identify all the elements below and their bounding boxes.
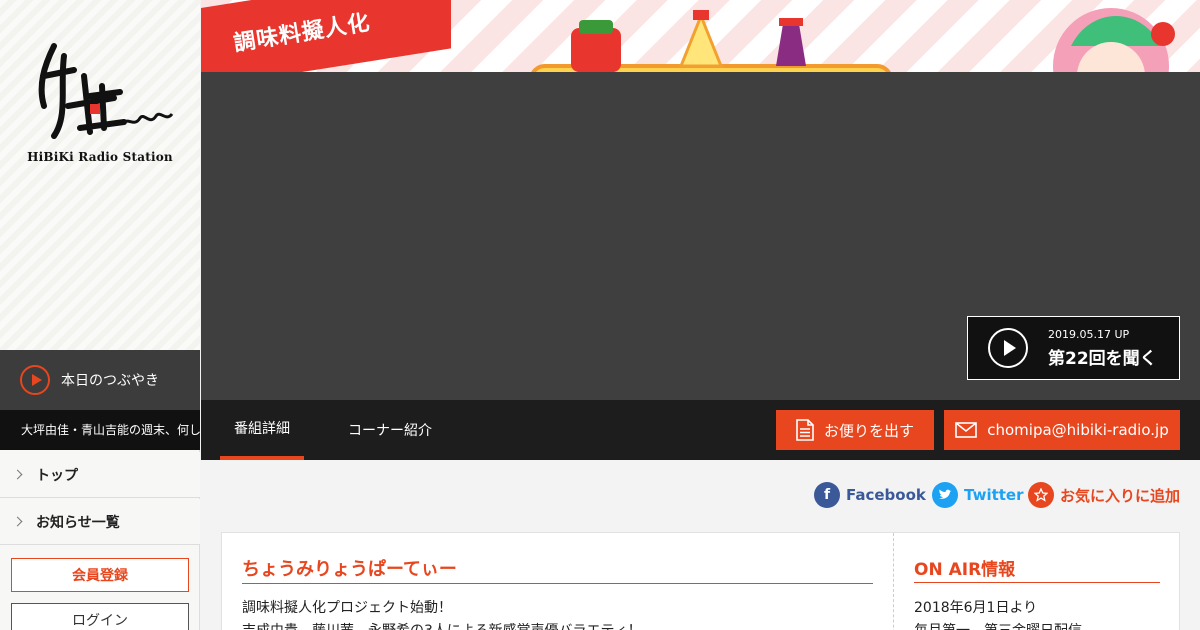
program-description-line: 吉成由貴、藤川茜、永野希の3人による新感覚声優バラエティ！ — [242, 620, 642, 630]
login-button[interactable]: ログイン — [11, 603, 189, 630]
send-letter-button[interactable]: お便りを出す — [776, 410, 934, 450]
chevron-right-icon — [12, 469, 23, 480]
sidebar: HiBiKi Radio Station 本日のつぶやき 大坪由佳・青山吉能の週… — [0, 0, 200, 630]
tab-corner-intro[interactable]: コーナー紹介 — [334, 400, 446, 460]
program-info-panel: ちょうみりょうぱーてぃー 調味料擬人化プロジェクト始動！ 吉成由貴、藤川茜、永野… — [221, 532, 1180, 630]
send-letter-label: お便りを出す — [823, 421, 914, 440]
site-logo[interactable]: HiBiKi Radio Station — [0, 0, 200, 350]
mail-icon — [955, 422, 978, 438]
twitter-share-link[interactable]: Twitter — [932, 482, 1024, 508]
email-address: chomipa@hibiki-radio.jp — [987, 421, 1169, 439]
daily-tweet-header[interactable]: 本日のつぶやき — [0, 350, 200, 410]
register-button[interactable]: 会員登録 — [11, 558, 189, 592]
twitter-icon — [932, 482, 958, 508]
daily-tweet-text[interactable]: 大坪由佳・青山吉能の週末、何し — [0, 410, 200, 450]
program-logo-art — [531, 10, 891, 72]
audio-player: 2019.05.17 UP 第22回を聞く — [201, 72, 1200, 400]
tab-bar: 番組詳細 コーナー紹介 お便りを出す chomipa@hibiki-radio.… — [201, 400, 1200, 460]
play-icon — [20, 365, 50, 395]
sidebar-item-label: トップ — [36, 467, 78, 484]
sidebar-item-label: お知らせ一覧 — [36, 514, 120, 531]
tab-program-details[interactable]: 番組詳細 — [220, 400, 304, 460]
onair-line: 2018年6月1日より — [914, 600, 1038, 616]
program-description-line: 調味料擬人化プロジェクト始動！ — [242, 600, 452, 616]
chevron-right-icon — [12, 516, 23, 527]
panel-divider — [893, 533, 894, 630]
favorite-label: お気に入りに追加 — [1060, 486, 1181, 505]
main-content: f Facebook Twitter お気に入りに追加 ちょうみりょうぱーてぃー… — [201, 460, 1200, 630]
email-address-button[interactable]: chomipa@hibiki-radio.jp — [944, 410, 1180, 450]
listen-episode-button[interactable]: 2019.05.17 UP 第22回を聞く — [967, 316, 1180, 380]
hibiki-logo-mark — [38, 43, 174, 139]
onair-line: 毎月第一、第三金曜日配信 — [914, 620, 1082, 630]
add-favorite-link[interactable]: お気に入りに追加 — [1028, 482, 1180, 508]
character-illustration — [1053, 8, 1175, 72]
program-banner: 調味料擬人化 — [201, 0, 1200, 72]
document-icon — [796, 419, 814, 441]
episode-date: 2019.05.17 UP — [1048, 327, 1130, 341]
play-icon — [988, 328, 1028, 368]
daily-tweet-title: 本日のつぶやき — [61, 373, 159, 389]
facebook-share-link[interactable]: f Facebook — [814, 482, 926, 508]
logo-text: HiBiKi Radio Station — [27, 150, 173, 164]
program-title: ちょうみりょうぱーてぃー — [242, 555, 873, 584]
episode-listen-label: 第22回を聞く — [1048, 348, 1157, 369]
sidebar-item-news[interactable]: お知らせ一覧 — [0, 499, 200, 545]
twitter-label: Twitter — [964, 486, 1024, 504]
facebook-label: Facebook — [846, 486, 926, 504]
facebook-icon: f — [814, 482, 840, 508]
sidebar-item-top[interactable]: トップ — [0, 452, 200, 498]
star-icon — [1028, 482, 1054, 508]
listen-text: 2019.05.17 UP 第22回を聞く — [1048, 328, 1157, 369]
onair-title: ON AIR情報 — [914, 555, 1160, 583]
